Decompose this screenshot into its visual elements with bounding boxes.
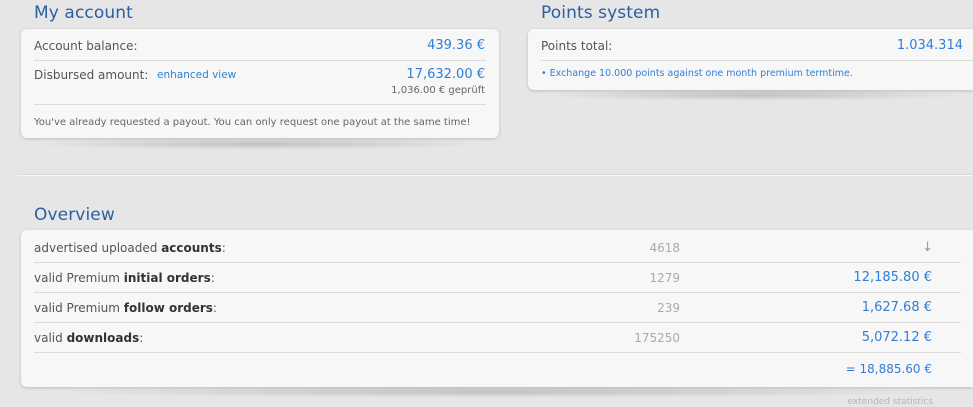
points-panel: Points total: 1.034.314 • Exchange 10.00… — [528, 29, 973, 90]
overview-row-label-downloads: valid downloads: — [34, 331, 144, 345]
points-panel-shadow — [540, 89, 970, 101]
overview-row-count-downloads: 175250 — [634, 331, 680, 345]
overview-title: Overview — [34, 205, 115, 225]
overview-separator-1 — [34, 262, 961, 263]
disbursed-checked: 1,036.00 € geprüft — [391, 85, 485, 96]
overview-row-label-accounts: advertised uploaded accounts: — [34, 241, 226, 255]
balance-label: Account balance: — [34, 39, 138, 53]
overview-row-label-follow-orders: valid Premium follow orders: — [34, 301, 217, 315]
overview-separator-4 — [34, 352, 961, 353]
account-title: My account — [34, 3, 133, 23]
enhanced-view-link[interactable]: enhanced view — [157, 69, 236, 81]
overview-panel-shadow — [40, 386, 950, 398]
overview-row-label-initial-orders: valid Premium initial orders: — [34, 271, 215, 285]
points-separator — [541, 60, 973, 61]
account-separator-2 — [34, 104, 486, 105]
points-title: Points system — [541, 3, 661, 23]
overview-row-arrow-icon[interactable]: ↓ — [922, 240, 933, 255]
overview-row-count-initial-orders: 1279 — [649, 271, 680, 285]
exchange-points-link[interactable]: • Exchange 10.000 points against one mon… — [541, 68, 853, 79]
payout-notice: You've already requested a payout. You c… — [34, 117, 471, 128]
extended-statistics-link[interactable]: extended statistics — [848, 397, 933, 407]
overview-separator-2 — [34, 292, 961, 293]
overview-panel: advertised uploaded accounts: 4618 ↓ val… — [21, 230, 973, 387]
overview-row-amount-follow-orders: 1,627.68 € — [861, 300, 932, 315]
points-total-label: Points total: — [541, 39, 613, 53]
overview-row-amount-initial-orders: 12,185.80 € — [853, 270, 932, 285]
account-panel-shadow — [30, 138, 490, 150]
balance-value: 439.36 € — [427, 38, 485, 53]
overview-row-amount-downloads: 5,072.12 € — [861, 330, 932, 345]
overview-total: = 18,885.60 € — [845, 362, 932, 376]
disbursed-value: 17,632.00 € — [406, 67, 485, 82]
overview-row-count-accounts: 4618 — [649, 241, 680, 255]
overview-separator-3 — [34, 322, 961, 323]
disbursed-label: Disbursed amount: — [34, 68, 149, 82]
overview-row-count-follow-orders: 239 — [657, 301, 680, 315]
section-divider — [18, 175, 973, 176]
account-separator-1 — [34, 60, 486, 61]
account-panel: Account balance: 439.36 € Disbursed amou… — [21, 29, 499, 138]
points-total-value: 1.034.314 — [896, 38, 963, 53]
